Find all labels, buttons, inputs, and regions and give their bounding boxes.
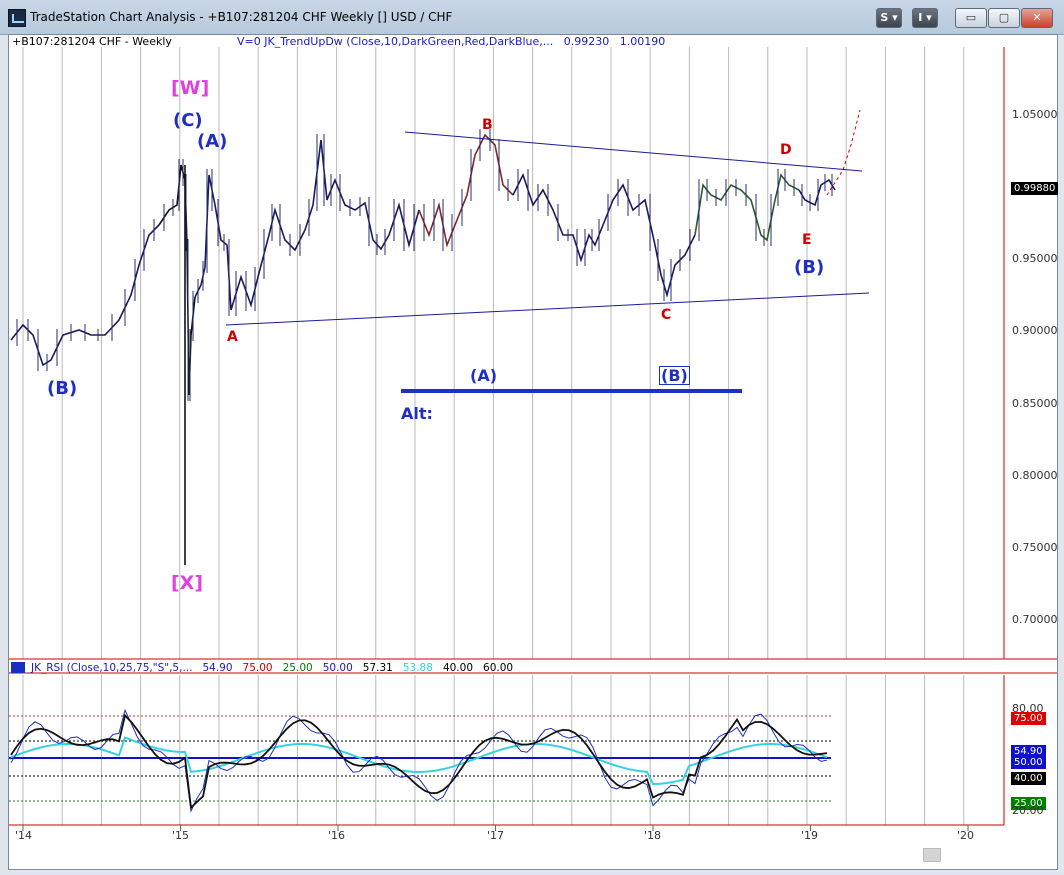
wave-label-b-right: (B) — [794, 257, 825, 278]
wave-label-a: A — [227, 329, 238, 345]
indicator-label: V=0 JK_TrendUpDw (Close,10,DarkGreen,Red… — [237, 35, 554, 48]
chart-area[interactable]: +B107:281204 CHF - Weekly V=0 JK_TrendUp… — [8, 34, 1059, 870]
wave-label-w: [W] — [171, 77, 210, 99]
rsi-value-5: 57.31 — [362, 662, 393, 674]
time-tick-14: '14 — [15, 829, 33, 842]
price-tick-090: 0.90000 — [1012, 324, 1058, 337]
alt-wave-b: (B) — [659, 366, 690, 385]
price-tick-070: 0.70000 — [1012, 613, 1058, 626]
rsi-label: JK_RSI (Close,10,25,75,"S",5,... — [31, 662, 193, 674]
time-tick-18: '18 — [644, 829, 662, 842]
time-tick-17: '17 — [487, 829, 505, 842]
symbol-label: +B107:281204 CHF - Weekly — [12, 35, 172, 48]
wave-label-c-top: (C) — [173, 110, 203, 131]
wave-label-b-left: (B) — [47, 378, 78, 399]
price-series — [798, 178, 836, 207]
rsi-signal-line — [10, 736, 828, 786]
window-title: TradeStation Chart Analysis - +B107:2812… — [30, 10, 453, 24]
price-series — [512, 172, 696, 298]
minimize-button[interactable]: ▭ — [955, 8, 987, 28]
price-tick-080: 0.80000 — [1012, 469, 1058, 482]
time-tick-20: '20 — [957, 829, 975, 842]
rsi-value-6: 53.88 — [402, 662, 433, 674]
rsi-value-7: 40.00 — [442, 662, 473, 674]
rsi-value-3: 25.00 — [282, 662, 313, 674]
last-price-tag: 0.99880 — [1011, 182, 1059, 195]
rsi-tick-20: 20.00 — [1012, 804, 1044, 817]
wave-label-a-top: (A) — [197, 131, 228, 152]
indicator-value-1: 0.99230 — [563, 35, 610, 48]
triangle-lower-trendline — [225, 292, 870, 326]
maximize-button[interactable]: ▢ — [988, 8, 1020, 28]
price-series — [694, 173, 800, 242]
indicator-header: V=0 JK_TrendUpDw (Close,10,DarkGreen,Red… — [237, 35, 665, 48]
rsi-value-8: 60.00 — [483, 662, 514, 674]
horizontal-scroll-thumb[interactable] — [923, 848, 941, 862]
styles-button[interactable]: S ▾ — [876, 8, 902, 28]
wave-label-d: D — [780, 142, 792, 158]
alt-wave-a: (A) — [470, 366, 498, 385]
close-button[interactable]: ✕ — [1021, 8, 1053, 28]
rsi-indicator-icon[interactable] — [11, 662, 25, 673]
wave-label-e: E — [802, 232, 812, 248]
rsi-value-2: 75.00 — [242, 662, 273, 674]
price-series — [10, 224, 160, 367]
rsi-value-4: 50.00 — [322, 662, 353, 674]
tradestation-app-icon — [8, 9, 26, 27]
price-tick-095: 0.95000 — [1012, 252, 1058, 265]
rsi-tag-50: 50.00 — [1011, 756, 1046, 769]
alt-label: Alt: — [401, 404, 433, 423]
time-tick-16: '16 — [328, 829, 346, 842]
rsi-value-1: 54.90 — [202, 662, 233, 674]
time-tick-19: '19 — [801, 829, 819, 842]
rsi-tag-40: 40.00 — [1011, 772, 1046, 785]
indicator-value-2: 1.00190 — [619, 35, 666, 48]
price-tick-105: 1.05000 — [1012, 108, 1058, 121]
chart-canvas[interactable] — [9, 35, 1057, 869]
rsi-header: JK_RSI (Close,10,25,75,"S",5,... 54.90 7… — [31, 662, 513, 674]
rsi-tag-75: 75.00 — [1011, 712, 1046, 725]
title-bar: TradeStation Chart Analysis - +B107:2812… — [0, 0, 1064, 35]
time-tick-15: '15 — [172, 829, 190, 842]
wave-label-x: [X] — [171, 572, 204, 594]
wave-label-c: C — [661, 307, 672, 323]
price-tick-085: 0.85000 — [1012, 397, 1058, 410]
insert-button[interactable]: I ▾ — [912, 8, 938, 28]
wave-label-b: B — [482, 117, 493, 133]
price-tick-075: 0.75000 — [1012, 541, 1058, 554]
